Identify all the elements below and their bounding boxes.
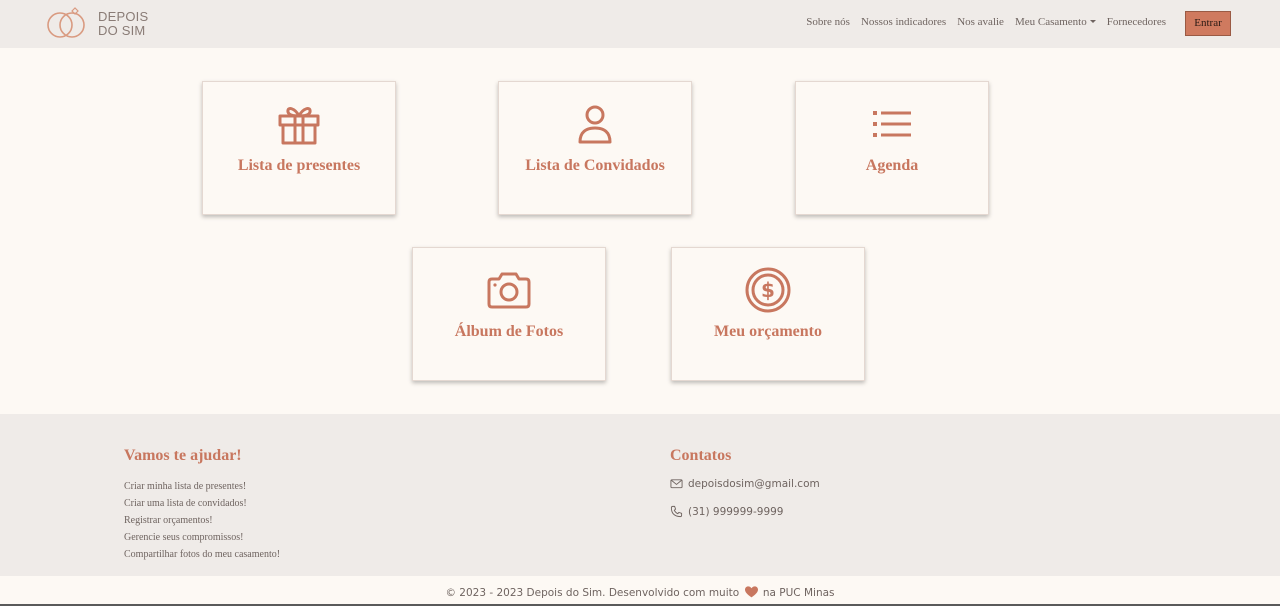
camera-icon <box>487 272 531 309</box>
card-label: Agenda <box>865 157 919 174</box>
brand-name: DEPOIS DO SIM <box>98 10 148 38</box>
help-title: Vamos te ajudar! <box>124 447 242 464</box>
card-budget[interactable]: $ Meu orçamento <box>671 247 865 381</box>
brand-logo[interactable]: DEPOIS DO SIM <box>44 6 148 42</box>
contact-email-text: depoisdosim@gmail.com <box>688 477 820 490</box>
nav-links: Sobre nós Nossos indicadores Nos avalie … <box>806 16 1166 28</box>
navbar: DEPOIS DO SIM Sobre nós Nossos indicador… <box>0 0 1280 48</box>
nav-sobre-nos[interactable]: Sobre nós <box>806 16 850 28</box>
list-icon <box>873 111 911 137</box>
login-button[interactable]: Entrar <box>1185 11 1231 36</box>
nav-avalie[interactable]: Nos avalie <box>957 16 1004 28</box>
gift-icon <box>278 107 320 145</box>
card-label: Álbum de Fotos <box>454 323 564 340</box>
copyright-suffix: na PUC Minas <box>762 587 835 599</box>
svg-text:$: $ <box>761 278 775 302</box>
nav-meu-casamento-label: Meu Casamento <box>1014 16 1087 28</box>
help-item-agenda[interactable]: Gerencie seus compromissos! <box>124 529 280 546</box>
card-photo-album[interactable]: Álbum de Fotos <box>412 247 606 381</box>
contacts-title: Contatos <box>670 447 732 464</box>
nav-indicadores[interactable]: Nossos indicadores <box>861 16 946 28</box>
brand-line-1: DEPOIS <box>98 9 149 24</box>
rings-icon <box>47 7 85 38</box>
nav-fornecedores[interactable]: Fornecedores <box>1107 16 1166 28</box>
phone-icon <box>670 505 683 518</box>
copyright: © 2023 - 2023 Depois do Sim. Desenvolvid… <box>0 586 1280 599</box>
nav-meu-casamento-dropdown[interactable]: Meu Casamento <box>1015 16 1096 28</box>
contact-email[interactable]: depoisdosim@gmail.com <box>670 477 820 490</box>
card-gift-list[interactable]: Lista de presentes <box>202 81 396 215</box>
help-item-photos[interactable]: Compartilhar fotos do meu casamento! <box>124 546 280 563</box>
card-label: Lista de Convidados <box>525 157 665 174</box>
caret-down-icon <box>1089 20 1096 23</box>
help-item-gifts[interactable]: Criar minha lista de presentes! <box>124 478 280 495</box>
envelope-icon <box>670 479 683 489</box>
heart-icon <box>744 586 758 598</box>
contact-phone[interactable]: (31) 999999-9999 <box>670 505 783 518</box>
help-list: Criar minha lista de presentes! Criar um… <box>124 478 280 563</box>
copyright-text: © 2023 - 2023 Depois do Sim. Desenvolvid… <box>445 587 740 599</box>
footer: Vamos te ajudar! Criar minha lista de pr… <box>0 414 1280 576</box>
help-item-budgets[interactable]: Registrar orçamentos! <box>124 512 280 529</box>
card-agenda[interactable]: Agenda <box>795 81 989 215</box>
card-label: Lista de presentes <box>237 157 361 174</box>
person-icon <box>578 105 612 144</box>
card-guest-list[interactable]: Lista de Convidados <box>498 81 692 215</box>
dollar-coin-icon: $ <box>745 267 791 313</box>
contact-phone-text: (31) 999999-9999 <box>688 505 784 518</box>
card-label: Meu orçamento <box>714 323 822 340</box>
help-item-guests[interactable]: Criar uma lista de convidados! <box>124 495 280 512</box>
brand-line-2: DO SIM <box>98 23 146 38</box>
